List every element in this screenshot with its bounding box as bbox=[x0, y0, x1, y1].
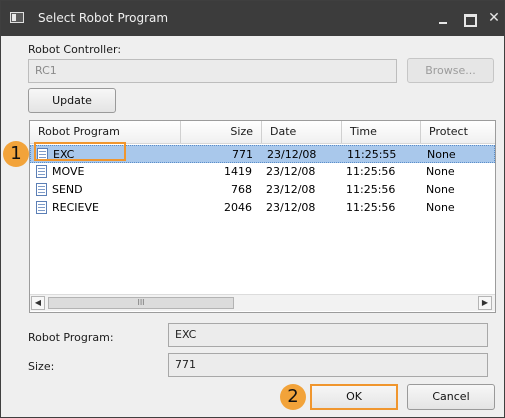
program-protect: None bbox=[426, 165, 455, 178]
program-size: 771 bbox=[232, 148, 253, 161]
window-title: Select Robot Program bbox=[38, 11, 169, 25]
program-protect: None bbox=[427, 148, 456, 161]
program-date: 23/12/08 bbox=[266, 201, 316, 214]
program-name: RECIEVE bbox=[52, 201, 99, 214]
program-name: SEND bbox=[52, 183, 83, 196]
column-header-protect[interactable]: Protect bbox=[421, 121, 495, 143]
scrollbar-thumb[interactable]: III bbox=[48, 297, 234, 309]
program-size: 768 bbox=[231, 183, 252, 196]
program-date: 23/12/08 bbox=[266, 183, 316, 196]
size-field: 771 bbox=[168, 353, 488, 377]
program-name: MOVE bbox=[52, 165, 85, 178]
program-date: 23/12/08 bbox=[267, 148, 317, 161]
program-row-move[interactable]: MOVE 1419 23/12/08 11:25:56 None bbox=[30, 163, 495, 181]
document-icon bbox=[36, 201, 47, 214]
horizontal-scrollbar[interactable]: ◀ III ▶ bbox=[30, 294, 495, 311]
program-size: 1419 bbox=[224, 165, 252, 178]
scroll-right-icon[interactable]: ▶ bbox=[478, 296, 492, 310]
robot-program-label: Robot Program: bbox=[28, 331, 114, 344]
robot-program-field: EXC bbox=[168, 323, 488, 347]
cancel-button[interactable]: Cancel bbox=[407, 384, 495, 410]
ok-highlight-frame bbox=[310, 384, 398, 410]
program-time: 11:25:56 bbox=[346, 183, 396, 196]
callout-marker-2: 2 bbox=[280, 384, 306, 410]
select-robot-program-dialog: Select Robot Program ✕ Robot Controller:… bbox=[0, 0, 505, 418]
column-header-robot-program[interactable]: Robot Program bbox=[30, 121, 181, 143]
program-protect: None bbox=[426, 183, 455, 196]
program-date: 23/12/08 bbox=[266, 165, 316, 178]
window-app-icon bbox=[10, 12, 24, 23]
program-time: 11:25:56 bbox=[346, 165, 396, 178]
program-time: 11:25:55 bbox=[347, 148, 397, 161]
program-row-recieve[interactable]: RECIEVE 2046 23/12/08 11:25:56 None bbox=[30, 199, 495, 217]
size-label: Size: bbox=[28, 360, 55, 373]
update-button[interactable]: Update bbox=[28, 88, 116, 113]
program-time: 11:25:56 bbox=[346, 201, 396, 214]
program-row-send[interactable]: SEND 768 23/12/08 11:25:56 None bbox=[30, 181, 495, 199]
document-icon bbox=[36, 183, 47, 196]
document-icon bbox=[36, 165, 47, 178]
minimize-icon[interactable] bbox=[435, 10, 451, 26]
callout-marker-1: 1 bbox=[3, 141, 29, 167]
browse-button: Browse... bbox=[407, 58, 494, 83]
robot-controller-label: Robot Controller: bbox=[28, 43, 122, 56]
close-icon[interactable]: ✕ bbox=[486, 10, 502, 26]
program-size: 2046 bbox=[224, 201, 252, 214]
column-header-size[interactable]: Size bbox=[181, 121, 262, 143]
exc-highlight-frame bbox=[34, 142, 126, 161]
maximize-icon[interactable] bbox=[461, 10, 477, 27]
title-bar[interactable]: Select Robot Program ✕ bbox=[1, 1, 504, 36]
column-header-date[interactable]: Date bbox=[262, 121, 342, 143]
program-protect: None bbox=[426, 201, 455, 214]
robot-controller-field: RC1 bbox=[28, 59, 397, 83]
scroll-left-icon[interactable]: ◀ bbox=[31, 296, 45, 310]
column-header-time[interactable]: Time bbox=[342, 121, 421, 143]
list-header: Robot Program Size Date Time Protect bbox=[30, 121, 495, 144]
